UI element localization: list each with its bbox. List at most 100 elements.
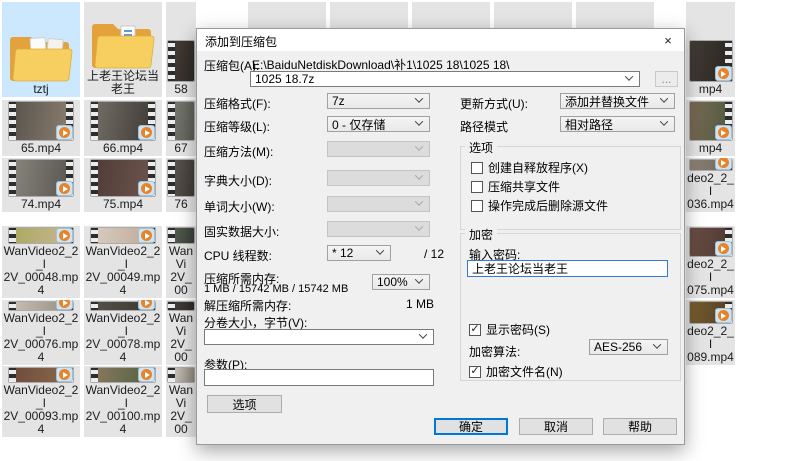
file-label: 58 (167, 83, 195, 96)
sfx-checkbox-row[interactable]: 创建自释放程序(X) (471, 159, 588, 176)
dialog-titlebar[interactable]: 添加到压缩包 × (197, 29, 684, 51)
video-thumbnail (9, 368, 73, 382)
encrypt-names-checkbox-row[interactable]: ✓ 加密文件名(N) (469, 363, 563, 380)
filmstrip-holes (9, 160, 16, 196)
file-tile[interactable]: 76 (166, 158, 196, 212)
browse-button[interactable]: ... (655, 71, 678, 87)
play-icon (138, 300, 155, 310)
video-thumbnail (9, 302, 73, 310)
play-icon (138, 228, 155, 243)
play-icon (715, 241, 732, 256)
file-tile[interactable]: 67 (166, 100, 196, 156)
cpu-threads-label: CPU 线程数: (204, 247, 272, 264)
file-label: WanVideo2_2_I2V_00100.mp4 (85, 384, 161, 436)
delete-after-checkbox-row[interactable]: 操作完成后删除源文件 (471, 197, 608, 214)
show-password-checkbox-row[interactable]: ✓ 显示密码(S) (469, 321, 550, 338)
cipher-combo[interactable]: AES-256 (589, 339, 668, 355)
decompress-memory-value: 1 MB (377, 297, 434, 311)
file-tile[interactable]: deo2_2_I075.mp4 (686, 226, 735, 298)
checkbox-unchecked[interactable] (471, 162, 483, 174)
filmstrip-holes (91, 160, 98, 196)
file-tile[interactable]: 58 (166, 2, 196, 97)
format-combo[interactable]: 7z (327, 93, 430, 109)
file-tile[interactable]: mp4 (686, 100, 735, 156)
play-icon (56, 228, 73, 243)
video-thumbnail (168, 302, 194, 310)
file-tile[interactable]: WanVi2V_00 (166, 366, 196, 437)
file-tile[interactable]: WanVideo2_2_I2V_00093.mp4 (2, 366, 80, 437)
dialog-title: 添加到压缩包 (205, 33, 277, 50)
memory-percent-combo[interactable]: 100% (372, 274, 430, 290)
filmstrip-holes (168, 160, 175, 196)
cpu-threads-combo[interactable]: * 12 (327, 245, 391, 261)
video-thumbnail (690, 160, 732, 170)
video-thumbnail (690, 41, 732, 81)
file-tile[interactable]: 65.mp4 (2, 100, 80, 156)
volume-size-combo[interactable] (204, 329, 434, 345)
filmstrip-holes (91, 302, 98, 310)
file-tile[interactable]: WanVideo2_2_I2V_00100.mp4 (84, 366, 162, 437)
file-tile[interactable]: mp4 (686, 2, 735, 97)
chevron-down-icon (415, 142, 423, 150)
method-label: 压缩方法(M): (204, 143, 273, 160)
level-combo[interactable]: 0 - 仅存储 (327, 116, 430, 132)
file-label: 67 (167, 142, 195, 155)
chevron-down-icon (376, 246, 384, 254)
sfx-checkbox-label: 创建自释放程序(X) (488, 159, 588, 176)
file-tile[interactable]: WanVi2V_00 (166, 226, 196, 298)
file-label: 75.mp4 (85, 198, 161, 211)
file-tile[interactable]: tztj (2, 2, 80, 97)
path-mode-combo[interactable]: 相对路径 (560, 116, 675, 132)
explorer-background: tztj上老王论坛当老王58mp465.mp466.mp467mp474.mp4… (0, 0, 800, 461)
parameters-input[interactable] (204, 369, 434, 386)
file-tile[interactable]: WanVideo2_2_I2V_00076.mp4 (2, 300, 80, 365)
file-tile[interactable]: WanVi2V_00 (166, 300, 196, 365)
dictionary-combo-disabled (327, 170, 430, 186)
video-thumbnail (91, 368, 155, 382)
dictionary-label: 字典大小(D): (204, 172, 272, 189)
file-tile[interactable]: 75.mp4 (84, 158, 162, 212)
video-thumbnail (9, 160, 73, 196)
shared-files-checkbox-label: 压缩共享文件 (488, 178, 560, 195)
options-group-label: 选项 (465, 139, 497, 156)
filmstrip-holes (9, 228, 16, 243)
file-label: deo2_2_I036.mp4 (687, 172, 734, 211)
folder-icon (91, 18, 155, 70)
cancel-button[interactable]: 取消 (519, 418, 593, 435)
checkbox-checked[interactable]: ✓ (469, 366, 481, 378)
chevron-down-icon (415, 171, 423, 179)
update-mode-combo[interactable]: 添加并替换文件 (560, 93, 675, 109)
word-size-label: 单词大小(W): (204, 198, 275, 215)
level-label: 压缩等级(L): (204, 118, 270, 135)
ok-button[interactable]: 确定 (434, 418, 508, 435)
shared-files-checkbox-row[interactable]: 压缩共享文件 (471, 178, 560, 195)
checkbox-unchecked[interactable] (471, 200, 483, 212)
options-button[interactable]: 选项 (207, 395, 282, 413)
video-thumbnail (168, 160, 194, 196)
filmstrip-holes (9, 102, 16, 140)
play-icon (56, 125, 73, 140)
method-combo-disabled (327, 141, 430, 157)
file-tile[interactable]: 66.mp4 (84, 100, 162, 156)
file-tile[interactable]: 上老王论坛当老王 (84, 2, 162, 97)
video-thumbnail (168, 41, 194, 81)
file-tile[interactable]: deo2_2_I036.mp4 (686, 158, 735, 212)
password-input[interactable]: 上老王论坛当老王 (467, 260, 668, 277)
file-label: deo2_2_I075.mp4 (687, 258, 734, 297)
file-tile[interactable]: 74.mp4 (2, 158, 80, 212)
video-thumbnail (9, 228, 73, 243)
file-tile[interactable]: deo2_2_I089.mp4 (686, 300, 735, 365)
archive-name-combo[interactable]: 1025 18.7z (250, 71, 640, 87)
add-to-archive-dialog: 添加到压缩包 × 压缩包(A): E:\BaiduNetdiskDownload… (196, 28, 685, 445)
video-thumbnail (690, 228, 732, 256)
video-thumbnail (91, 160, 155, 196)
file-tile[interactable]: WanVideo2_2_I2V_00049.mp4 (84, 226, 162, 298)
checkbox-unchecked[interactable] (471, 181, 483, 193)
close-icon[interactable]: × (652, 29, 684, 51)
help-button[interactable]: 帮助 (603, 418, 677, 435)
file-tile[interactable]: WanVideo2_2_I2V_00048.mp4 (2, 226, 80, 298)
file-tile[interactable]: WanVideo2_2_I2V_00078.mp4 (84, 300, 162, 365)
path-mode-label: 路径模式 (460, 118, 508, 135)
chevron-down-icon (415, 222, 423, 230)
checkbox-checked[interactable]: ✓ (469, 324, 481, 336)
